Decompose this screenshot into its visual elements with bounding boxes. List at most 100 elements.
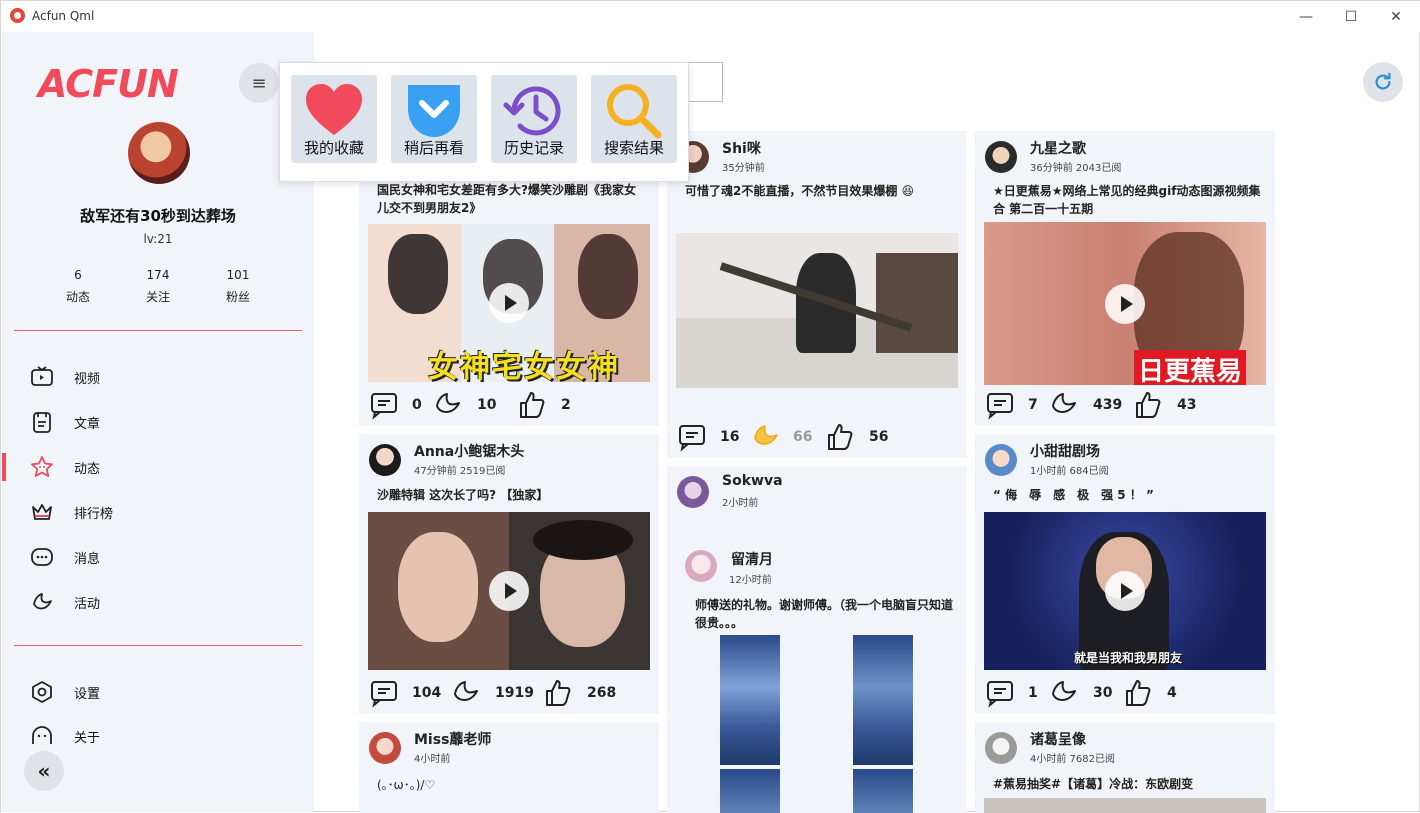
stat-dynamics[interactable]: 6 动态 (38, 264, 118, 308)
repost-author-avatar[interactable] (685, 550, 717, 582)
feed-card[interactable]: Miss蘼老师 4小时前 (｡･ω･｡)/♡ (359, 722, 659, 813)
video-thumbnail[interactable] (984, 798, 1266, 813)
thumb-figure (578, 234, 638, 319)
comment-icon[interactable] (677, 422, 707, 452)
video-thumbnail[interactable]: 女神宅女女神 (368, 224, 650, 382)
feed-card[interactable]: Sokwva 2小时前 留清月 12小时前 师傅送的礼物。谢谢师傅。（我一个电脑… (667, 466, 967, 813)
refresh-button[interactable] (1363, 62, 1403, 102)
nav-item-about[interactable]: 关于 (2, 716, 314, 756)
history-button[interactable]: 历史记录 (491, 75, 577, 163)
nav-item-activity[interactable]: 活动 (2, 582, 314, 622)
author-name[interactable]: 九星之歌 (1030, 138, 1086, 158)
video-thumbnail[interactable]: 就是当我和我男朋友 (984, 512, 1266, 670)
author-name[interactable]: Anna小鲍锯木头 (414, 441, 524, 461)
author-name[interactable]: Miss蘼老师 (414, 729, 491, 749)
like-icon[interactable] (825, 422, 855, 452)
author-name[interactable]: Shi咪 (722, 138, 761, 158)
comment-icon[interactable] (985, 678, 1015, 708)
repost-image[interactable] (853, 635, 913, 765)
feed-card[interactable]: 九星之歌 36分钟前 2043已阅 ★日更蕉易★网络上常见的经典gif动态图源视… (975, 131, 1275, 426)
nav-label: 动态 (74, 462, 101, 477)
heart-icon (306, 84, 362, 135)
nav-item-messages[interactable]: 消息 (2, 537, 314, 577)
search-results-button[interactable]: 搜索结果 (591, 75, 677, 163)
image-cabinet (876, 253, 958, 353)
author-avatar[interactable] (985, 141, 1017, 173)
repost-text: 师傅送的礼物。谢谢师傅。（我一个电脑盲只知道很贵。。。 (695, 598, 954, 630)
play-button[interactable] (1105, 571, 1145, 611)
comment-count: 104 (412, 685, 442, 701)
author-name[interactable]: Sokwva (722, 473, 783, 489)
like-icon[interactable] (1123, 678, 1153, 708)
thumbnail-caption: 日更蕉易 (1134, 350, 1247, 385)
banana-icon[interactable] (1049, 678, 1079, 708)
card-text: 国民女神和宅女差距有多大?爆笑沙雕剧《我家女儿交不到男朋友2》 (377, 183, 636, 215)
stat-following[interactable]: 174 关注 (118, 264, 198, 308)
stat-value: 174 (146, 268, 170, 282)
post-image[interactable] (676, 233, 958, 388)
feed-card[interactable]: 小甜甜剧场 1小时前 684已阅 “ 侮 辱 感 极 强 5 ！ ” 就是当我和… (975, 434, 1275, 714)
author-name[interactable]: 诸葛呈像 (1030, 729, 1086, 749)
author-avatar[interactable] (985, 732, 1017, 764)
thumb-figure (388, 234, 448, 314)
banana-icon[interactable] (1049, 390, 1079, 420)
favorites-button[interactable]: 我的收藏 (291, 75, 377, 163)
video-thumbnail[interactable]: 日更蕉易 (984, 222, 1266, 385)
stat-label: 动态 (65, 290, 90, 304)
banana-icon[interactable] (433, 390, 463, 420)
card-text: 沙雕特辑 这次长了吗? 【独家】 (377, 488, 549, 502)
repost-image[interactable] (720, 635, 780, 765)
comment-icon[interactable] (985, 390, 1015, 420)
stat-label: 关注 (145, 290, 170, 304)
repost-image[interactable] (853, 769, 913, 813)
repost-image[interactable] (720, 769, 780, 813)
banana-filled-icon[interactable] (751, 422, 781, 452)
author-avatar[interactable] (677, 476, 709, 508)
double-chevron-left-icon: « (37, 759, 51, 783)
repost-author-name[interactable]: 留清月 (731, 549, 773, 569)
card-text: 可惜了魂2不能直播，不然节目效果爆棚 😆 (685, 184, 915, 198)
nav-item-ranking[interactable]: 排行榜 (2, 492, 314, 532)
author-avatar[interactable] (985, 444, 1017, 476)
play-button[interactable] (1105, 283, 1145, 324)
comment-icon[interactable] (369, 390, 399, 420)
nav-item-article[interactable]: 文章 (2, 402, 314, 442)
user-level: lv:21 (143, 232, 173, 246)
collapse-sidebar-button[interactable]: « (24, 751, 64, 791)
author-avatar[interactable] (369, 444, 401, 476)
nav-label: 设置 (74, 687, 101, 702)
nav-item-dynamics[interactable]: 动态 (2, 447, 314, 487)
nav-label: 文章 (74, 417, 101, 432)
post-time: 2小时前 (722, 498, 759, 509)
play-button[interactable] (489, 283, 529, 323)
author-avatar[interactable] (369, 732, 401, 764)
app-icon (10, 8, 25, 23)
maximize-button[interactable]: ☐ (1328, 1, 1374, 32)
like-icon[interactable] (543, 678, 573, 708)
feed-card[interactable]: Anna小鲍锯木头 47分钟前 2519已阅 沙雕特辑 这次长了吗? 【独家】 … (359, 434, 659, 714)
nav-item-video[interactable]: 视频 (2, 357, 314, 397)
watch-later-button[interactable]: 稍后再看 (391, 75, 477, 163)
comment-count: 1 (1028, 685, 1038, 701)
stat-fans[interactable]: 101 粉丝 (198, 264, 278, 308)
comment-count: 16 (720, 429, 740, 445)
feed-card[interactable]: 诸葛呈像 4小时前 7682已阅 #蕉易抽奖#【诸葛】冷战：东欧剧变 (975, 722, 1275, 813)
like-icon[interactable] (517, 390, 547, 420)
play-button[interactable] (489, 571, 529, 611)
post-time: 36分钟前 2043已阅 (1030, 163, 1122, 174)
app-window: Acfun Qml — ☐ ✕ ACFUN ≡ 敌军还有30秒到达葬场 lv:2… (0, 0, 1420, 813)
like-count: 56 (869, 429, 889, 445)
banana-icon[interactable] (451, 678, 481, 708)
video-thumbnail[interactable] (368, 512, 650, 670)
comment-icon[interactable] (369, 678, 399, 708)
close-button[interactable]: ✕ (1373, 1, 1419, 32)
repost-content[interactable]: 留清月 12小时前 师傅送的礼物。谢谢师傅。（我一个电脑盲只知道很贵。。。 (667, 536, 967, 813)
author-name[interactable]: 小甜甜剧场 (1030, 441, 1100, 461)
minimize-button[interactable]: — (1283, 1, 1329, 32)
user-avatar[interactable] (128, 122, 190, 184)
like-icon[interactable] (1133, 390, 1163, 420)
menu-button[interactable]: ≡ (239, 63, 279, 103)
sidebar: ACFUN ≡ 敌军还有30秒到达葬场 lv:21 6 动态 174 关注 10… (2, 32, 314, 812)
feed-card[interactable]: Shi咪 35分钟前 可惜了魂2不能直播，不然节目效果爆棚 😆 16 66 56 (667, 131, 967, 458)
nav-item-settings[interactable]: 设置 (2, 672, 314, 712)
